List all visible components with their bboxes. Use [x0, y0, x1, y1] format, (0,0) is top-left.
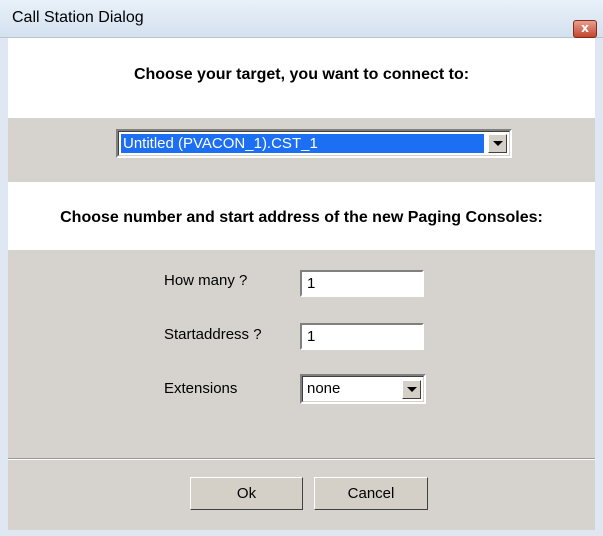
target-dropdown[interactable]: Untitled (PVACON_1).CST_1: [116, 129, 512, 158]
target-dropdown-button[interactable]: [488, 134, 507, 153]
extensions-label: Extensions: [164, 380, 238, 397]
separator: [8, 458, 595, 460]
chevron-down-icon: [406, 387, 417, 392]
close-button[interactable]: x: [573, 20, 597, 38]
window-title: Call Station Dialog: [12, 9, 144, 26]
ok-button[interactable]: Ok: [190, 477, 303, 510]
how-many-label: How many ?: [164, 272, 248, 289]
call-station-dialog: Call Station Dialog x Choose your target…: [0, 0, 603, 536]
close-icon: x: [581, 21, 589, 35]
how-many-input[interactable]: 1: [300, 270, 424, 297]
title-bar[interactable]: Call Station Dialog x: [0, 0, 603, 38]
paging-heading: Choose number and start address of the n…: [60, 209, 543, 226]
target-heading-band: Choose your target, you want to connect …: [8, 38, 595, 118]
target-dropdown-value: Untitled (PVACON_1).CST_1: [121, 134, 484, 153]
paging-heading-band: Choose number and start address of the n…: [8, 182, 595, 250]
extensions-dropdown[interactable]: none: [300, 374, 426, 404]
extensions-dropdown-button[interactable]: [402, 380, 421, 399]
chevron-down-icon: [492, 141, 503, 146]
startaddress-label: Startaddress ?: [164, 326, 262, 343]
cancel-button[interactable]: Cancel: [314, 477, 428, 510]
extensions-dropdown-value: none: [307, 380, 341, 397]
target-heading: Choose your target, you want to connect …: [133, 66, 470, 83]
startaddress-input[interactable]: 1: [300, 323, 424, 350]
